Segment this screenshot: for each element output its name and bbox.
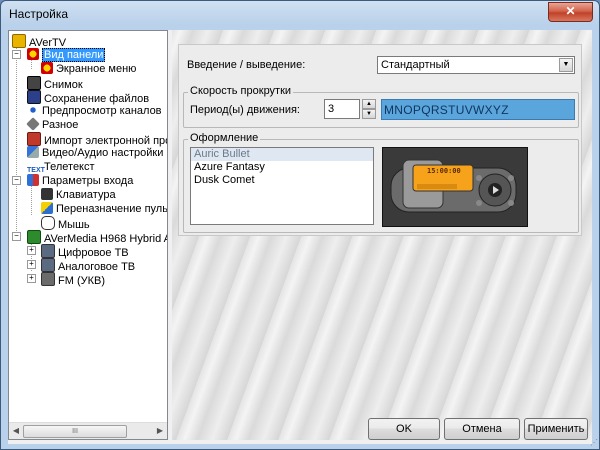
tree-line bbox=[16, 45, 17, 237]
panel-view-icon bbox=[27, 48, 39, 60]
expander-minus[interactable]: − bbox=[12, 232, 21, 241]
ok-button[interactable]: OK bbox=[368, 418, 440, 440]
input-params-icon bbox=[27, 174, 39, 186]
skin-item[interactable]: Auric Bullet bbox=[191, 148, 373, 161]
skin-preview-graphic bbox=[383, 148, 527, 226]
tree-horizontal-scrollbar[interactable]: ◀ III ▶ bbox=[9, 422, 167, 439]
averTV-icon bbox=[12, 34, 26, 48]
tv-icon bbox=[41, 244, 55, 258]
expander-minus[interactable]: − bbox=[12, 176, 21, 185]
skin-group: Оформление Auric Bullet Azure Fantasy Du… bbox=[183, 132, 579, 233]
transition-value: Стандартный bbox=[381, 59, 450, 71]
settings-panel: Введение / выведение: Стандартный ▼ Скор… bbox=[172, 30, 592, 440]
import-icon bbox=[27, 132, 41, 146]
tree-item-av-settings[interactable]: Видео/Аудио настройки bbox=[27, 146, 163, 160]
resize-grip-icon[interactable]: ⋰ bbox=[588, 438, 598, 448]
misc-icon bbox=[26, 117, 40, 131]
transition-dropdown[interactable]: Стандартный ▼ bbox=[377, 56, 575, 74]
scroll-right-icon[interactable]: ▶ bbox=[154, 426, 166, 436]
scroll-preview: MNOPQRSTUVWXYZ bbox=[381, 99, 575, 120]
tree-item-teletext[interactable]: TEXTТелетекст bbox=[27, 160, 95, 174]
tree-item-input-params[interactable]: Параметры входа bbox=[27, 174, 133, 188]
floppy-icon bbox=[27, 90, 41, 104]
tree-item-remote-remap[interactable]: Переназначение пульт bbox=[41, 202, 167, 216]
tree-item-file-save[interactable]: Сохранение файлов bbox=[27, 90, 149, 105]
tree-item-analog-tv[interactable]: Аналоговое ТВ bbox=[41, 258, 135, 273]
skin-title: Оформление bbox=[188, 132, 261, 144]
tree-item-label-selected: Вид панели bbox=[42, 48, 106, 62]
tree-item-misc[interactable]: Разное bbox=[26, 117, 78, 132]
period-input[interactable]: 3 bbox=[324, 99, 360, 119]
spin-down-icon[interactable]: ▼ bbox=[362, 109, 376, 119]
device-icon bbox=[27, 230, 41, 244]
skin-list[interactable]: Auric Bullet Azure Fantasy Dusk Comet bbox=[190, 147, 374, 225]
eye-icon bbox=[27, 104, 39, 116]
tree-item-device[interactable]: AVerMedia H968 Hybrid Ana bbox=[27, 230, 167, 245]
period-label: Период(ы) движения: bbox=[190, 104, 300, 116]
tree-item-epg-import[interactable]: Импорт электронной прог bbox=[27, 132, 167, 147]
wrench-icon bbox=[27, 146, 39, 158]
tree-item-snapshot[interactable]: Снимок bbox=[27, 76, 83, 91]
apply-button[interactable]: Применить bbox=[524, 418, 588, 440]
camera-icon bbox=[27, 76, 41, 90]
spin-up-icon[interactable]: ▲ bbox=[362, 99, 376, 109]
settings-window: Настройка ✕ AVerTV − Вид панели Экранное… bbox=[0, 0, 600, 450]
client-area: AVerTV − Вид панели Экранное меню Снимок… bbox=[8, 30, 592, 444]
scroll-speed-group: Скорость прокрутки Период(ы) движения: 3… bbox=[183, 85, 579, 128]
title-bar[interactable]: Настройка ✕ bbox=[1, 1, 599, 27]
expander-plus[interactable]: + bbox=[27, 246, 36, 255]
tree-item-channel-preview[interactable]: Предпросмотр каналов bbox=[27, 104, 162, 118]
skin-preview-image: 15:00:00 bbox=[382, 147, 528, 227]
skin-preview-time: 15:00:00 bbox=[427, 167, 461, 175]
keyboard-icon bbox=[41, 188, 53, 200]
close-button[interactable]: ✕ bbox=[548, 2, 593, 22]
chevron-down-icon[interactable]: ▼ bbox=[559, 58, 573, 72]
panel-content: Введение / выведение: Стандартный ▼ Скор… bbox=[178, 44, 582, 236]
expander-plus[interactable]: + bbox=[27, 260, 36, 269]
tree-item-panel-view[interactable]: Вид панели bbox=[27, 48, 106, 62]
skin-item[interactable]: Dusk Comet bbox=[191, 174, 373, 187]
mouse-icon bbox=[41, 216, 55, 230]
scroll-thumb[interactable]: III bbox=[23, 425, 127, 438]
tree-item-osd[interactable]: Экранное меню bbox=[41, 62, 136, 76]
skin-item[interactable]: Azure Fantasy bbox=[191, 161, 373, 174]
tv-icon bbox=[41, 258, 55, 272]
radio-icon bbox=[41, 272, 55, 286]
scroll-left-icon[interactable]: ◀ bbox=[10, 426, 22, 436]
cancel-button[interactable]: Отмена bbox=[444, 418, 520, 440]
osd-icon bbox=[41, 62, 53, 74]
scroll-speed-title: Скорость прокрутки bbox=[188, 85, 294, 97]
expander-minus[interactable]: − bbox=[12, 50, 21, 59]
tree-item-fm[interactable]: FM (УКВ) bbox=[41, 272, 105, 287]
transition-label: Введение / выведение: bbox=[187, 59, 306, 71]
window-title: Настройка bbox=[9, 7, 69, 21]
expander-plus[interactable]: + bbox=[27, 274, 36, 283]
tree-item-avertv[interactable]: AVerTV bbox=[12, 34, 66, 49]
remote-icon bbox=[41, 202, 53, 214]
tree-item-keyboard[interactable]: Клавиатура bbox=[41, 188, 116, 202]
settings-tree[interactable]: AVerTV − Вид панели Экранное меню Снимок… bbox=[8, 30, 168, 440]
tree-item-mouse[interactable]: Мышь bbox=[41, 216, 90, 231]
tree-item-digital-tv[interactable]: Цифровое ТВ bbox=[41, 244, 129, 259]
